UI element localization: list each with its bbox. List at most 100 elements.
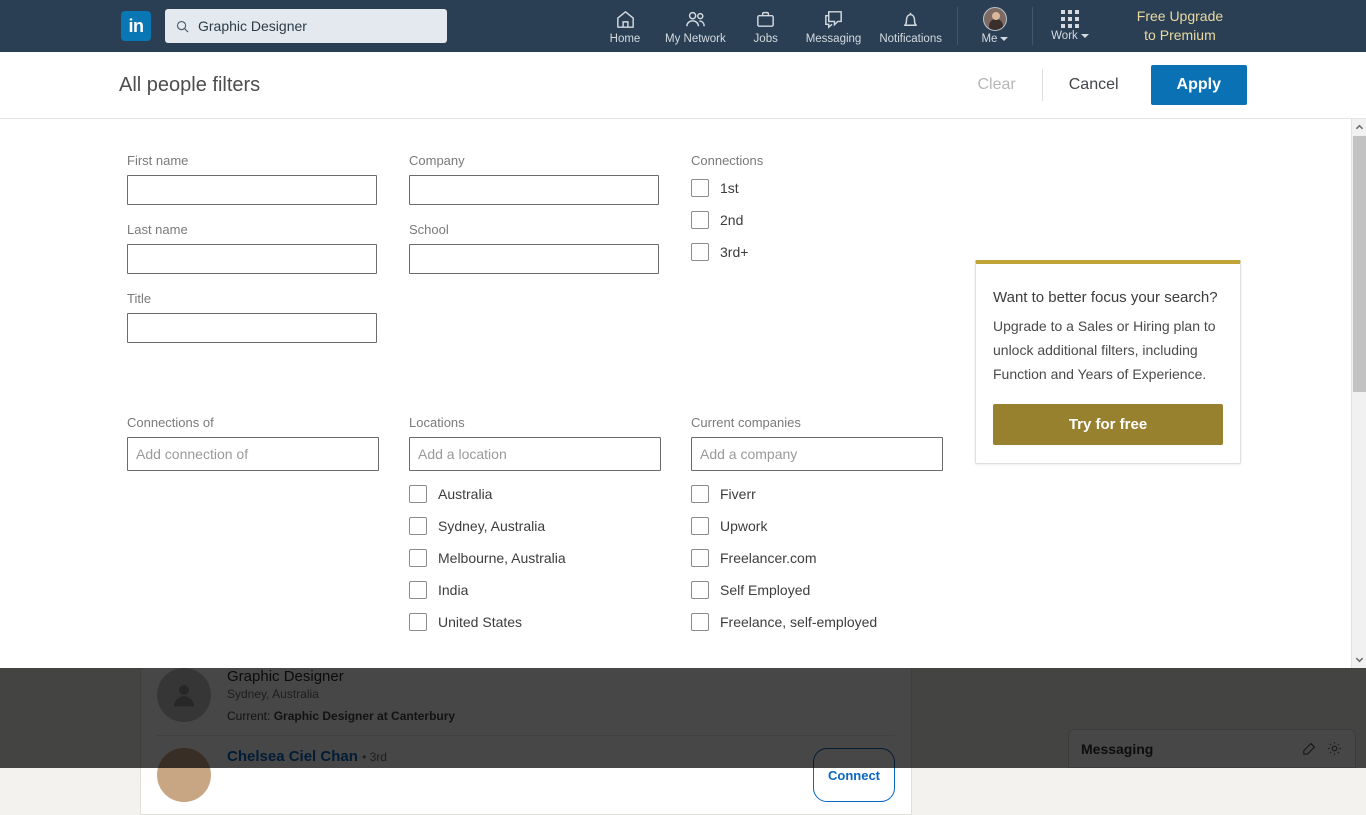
checkbox-company-fiverr[interactable]: Fiverr [691,485,973,503]
apply-button[interactable]: Apply [1151,65,1247,105]
connections-of-label: Connections of [127,415,409,430]
checkbox-location-australia[interactable]: Australia [409,485,691,503]
checkbox-label: 1st [720,180,739,196]
checkbox-label: India [438,582,468,598]
checkbox-location-united-states[interactable]: United States [409,613,691,631]
nav-item-jobs[interactable]: Jobs [735,0,797,52]
try-for-free-button[interactable]: Try for free [993,404,1223,445]
header-divider [1042,69,1043,101]
premium-upsell-card: Want to better focus your search? Upgrad… [975,260,1241,464]
checkbox-box[interactable] [691,581,709,599]
filter-column-company-school: Company School [409,153,691,360]
premium-line-2: to Premium [1117,26,1243,45]
bell-icon [899,8,922,31]
message-icon [822,8,845,31]
checkbox-box[interactable] [409,581,427,599]
nav-item-my-network[interactable]: My Network [656,0,735,52]
checkbox-location-melbourne[interactable]: Melbourne, Australia [409,549,691,567]
nav-label: My Network [665,33,726,45]
checkbox-box[interactable] [691,179,709,197]
checkbox-box[interactable] [409,517,427,535]
checkbox-box[interactable] [691,211,709,229]
nav-item-me[interactable]: Me [964,0,1026,52]
filter-column-connections-of: Connections of [127,415,409,645]
checkbox-label: 2nd [720,212,743,228]
nav-item-home[interactable]: Home [594,0,656,52]
field-first-name: First name [127,153,409,205]
all-filters-modal: All people filters Clear Cancel Apply Fi… [0,52,1366,668]
locations-input[interactable] [409,437,661,471]
school-label: School [409,222,691,237]
nav-item-messaging[interactable]: Messaging [797,0,871,52]
avatar-icon [983,7,1007,31]
modal-scrollbar[interactable] [1351,119,1366,668]
title-input[interactable] [127,313,377,343]
checkbox-box[interactable] [409,485,427,503]
checkbox-box[interactable] [409,549,427,567]
cancel-button[interactable]: Cancel [1055,68,1133,102]
nav-divider [957,7,958,45]
checkbox-box[interactable] [691,485,709,503]
checkbox-label: United States [438,614,522,630]
field-last-name: Last name [127,222,409,274]
checkbox-label: Upwork [720,518,767,534]
search-input[interactable]: Graphic Designer [165,9,447,43]
filter-column-names: First name Last name Title [127,153,409,360]
checkbox-company-freelance-self-employed[interactable]: Freelance, self-employed [691,613,973,631]
modal-header: All people filters Clear Cancel Apply [0,52,1366,119]
locations-label: Locations [409,415,691,430]
checkbox-company-freelancer[interactable]: Freelancer.com [691,549,973,567]
field-company: Company [409,153,691,205]
checkbox-company-upwork[interactable]: Upwork [691,517,973,535]
linkedin-logo[interactable]: in [121,11,151,41]
scroll-up-button[interactable] [1352,119,1366,136]
checkbox-location-india[interactable]: India [409,581,691,599]
chevron-down-icon [1000,37,1008,41]
nav-label: Jobs [754,33,778,45]
current-companies-input[interactable] [691,437,943,471]
checkbox-box[interactable] [691,243,709,261]
nav-divider [1032,7,1033,45]
company-input[interactable] [409,175,659,205]
filter-column-locations: Locations Australia Sydney, Australia Me… [409,415,691,645]
nav-item-work[interactable]: Work [1039,0,1101,52]
scroll-down-button[interactable] [1352,651,1366,668]
clear-button[interactable]: Clear [964,68,1030,102]
search-icon [175,19,190,34]
checkbox-box[interactable] [691,517,709,535]
nav-item-notifications[interactable]: Notifications [870,0,951,52]
checkbox-connections-3rd[interactable]: 3rd+ [691,243,973,261]
connections-of-input[interactable] [127,437,379,471]
checkbox-connections-2nd[interactable]: 2nd [691,211,973,229]
filter-column-connections: Connections 1st 2nd 3rd+ [691,153,973,360]
last-name-label: Last name [127,222,409,237]
checkbox-box[interactable] [691,613,709,631]
grid-icon [1061,10,1079,28]
home-icon [614,8,637,31]
nav-label: Me [981,33,997,45]
checkbox-box[interactable] [691,549,709,567]
chevron-down-icon [1081,34,1089,38]
chevron-down-icon [1355,655,1364,664]
scrollbar-thumb[interactable] [1353,136,1366,392]
field-school: School [409,222,691,274]
current-companies-label: Current companies [691,415,973,430]
company-label: Company [409,153,691,168]
checkbox-box[interactable] [409,613,427,631]
premium-upgrade-link[interactable]: Free Upgrade to Premium [1117,7,1243,45]
school-input[interactable] [409,244,659,274]
checkbox-company-self-employed[interactable]: Self Employed [691,581,973,599]
first-name-input[interactable] [127,175,377,205]
filter-column-current-companies: Current companies Fiverr Upwork Freelanc… [691,415,973,645]
checkbox-connections-1st[interactable]: 1st [691,179,973,197]
last-name-input[interactable] [127,244,377,274]
checkbox-label: Sydney, Australia [438,518,545,534]
nav-items: Home My Network Jobs Messaging Notificat… [594,0,1101,52]
checkbox-location-sydney[interactable]: Sydney, Australia [409,517,691,535]
nav-label: Work [1051,30,1078,42]
checkbox-label: Fiverr [720,486,756,502]
premium-line-1: Free Upgrade [1117,7,1243,26]
checkbox-label: Self Employed [720,582,810,598]
field-title: Title [127,291,409,343]
nav-label: Messaging [806,33,862,45]
